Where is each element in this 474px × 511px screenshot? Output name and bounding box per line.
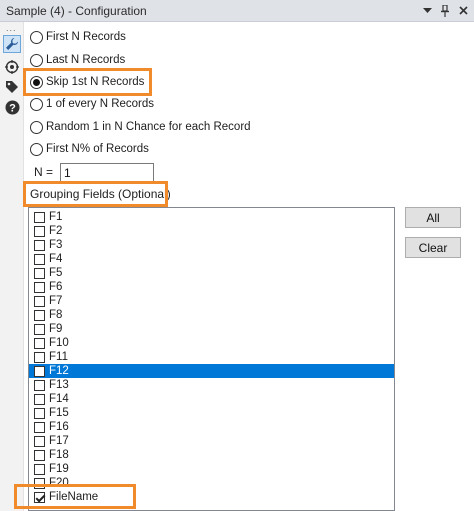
field-checkbox[interactable] (34, 295, 45, 307)
list-item[interactable]: F14 (29, 392, 394, 406)
field-checkbox[interactable] (34, 379, 45, 391)
field-checkbox[interactable] (34, 281, 45, 293)
radio-random-one-in-n[interactable] (30, 120, 43, 134)
dropdown-icon[interactable] (420, 4, 434, 18)
clear-button[interactable]: Clear (405, 237, 461, 258)
highlight-box-grouping-label (23, 181, 168, 207)
wrench-icon[interactable] (3, 35, 21, 53)
n-input[interactable] (60, 163, 154, 183)
radio-one-of-every-n[interactable] (30, 97, 43, 111)
pin-icon[interactable] (438, 4, 452, 18)
field-checkbox[interactable] (34, 435, 45, 447)
field-checkbox[interactable] (34, 337, 45, 349)
field-checkbox[interactable] (34, 309, 45, 321)
list-item[interactable]: F4 (29, 252, 394, 266)
list-item[interactable]: F16 (29, 420, 394, 434)
list-item[interactable]: F17 (29, 434, 394, 448)
option-one-of-every-n[interactable]: 1 of every N Records (30, 95, 154, 113)
list-item[interactable]: F5 (29, 266, 394, 280)
list-item[interactable]: F15 (29, 406, 394, 420)
list-item[interactable]: F6 (29, 280, 394, 294)
field-checkbox[interactable] (34, 253, 45, 265)
field-checkbox[interactable] (34, 351, 45, 363)
field-checkbox[interactable] (34, 365, 45, 377)
field-checkbox[interactable] (34, 239, 45, 251)
list-item[interactable]: F11 (29, 350, 394, 364)
more-icon[interactable]: ... (6, 24, 17, 33)
list-item[interactable]: F1 (29, 210, 394, 224)
radio-first-n-percent[interactable] (30, 142, 43, 156)
field-checkbox[interactable] (34, 421, 45, 433)
help-icon[interactable]: ? (3, 98, 21, 116)
option-random-one-in-n[interactable]: Random 1 in N Chance for each Record (30, 118, 251, 136)
highlight-box-filename (14, 484, 136, 509)
radio-first-n[interactable] (30, 30, 43, 44)
option-last-n[interactable]: Last N Records (30, 51, 125, 69)
grouping-fields-list[interactable]: F1 F2 F3 F4 F5 F6 F7 F8 F9 F10 F11 F12 F… (28, 207, 395, 511)
list-item[interactable]: F2 (29, 224, 394, 238)
target-icon[interactable] (3, 58, 21, 76)
svg-text:?: ? (9, 102, 16, 114)
field-checkbox[interactable] (34, 323, 45, 335)
field-checkbox[interactable] (34, 407, 45, 419)
tag-icon[interactable] (3, 78, 21, 96)
radio-last-n[interactable] (30, 53, 43, 67)
config-sidebar: ... ? (0, 22, 24, 511)
close-icon[interactable] (456, 4, 470, 18)
list-item-selected[interactable]: F12 (29, 364, 394, 378)
list-item[interactable]: F9 (29, 322, 394, 336)
panel-title: Sample (4) - Configuration (6, 3, 147, 18)
list-item[interactable]: F7 (29, 294, 394, 308)
list-item[interactable]: F3 (29, 238, 394, 252)
select-all-button[interactable]: All (405, 207, 461, 228)
list-item[interactable]: F10 (29, 336, 394, 350)
panel-titlebar: Sample (4) - Configuration (0, 0, 474, 22)
field-checkbox[interactable] (34, 463, 45, 475)
n-label: N = (34, 165, 54, 179)
field-checkbox[interactable] (34, 211, 45, 223)
option-first-n-percent[interactable]: First N% of Records (30, 140, 149, 158)
list-item[interactable]: F18 (29, 448, 394, 462)
field-checkbox[interactable] (34, 225, 45, 237)
field-checkbox[interactable] (34, 267, 45, 279)
list-item[interactable]: F13 (29, 378, 394, 392)
list-item[interactable]: F8 (29, 308, 394, 322)
option-first-n[interactable]: First N Records (30, 28, 126, 46)
field-checkbox[interactable] (34, 449, 45, 461)
highlight-box-skip-option (23, 68, 152, 96)
field-checkbox[interactable] (34, 393, 45, 405)
list-item[interactable]: F19 (29, 462, 394, 476)
